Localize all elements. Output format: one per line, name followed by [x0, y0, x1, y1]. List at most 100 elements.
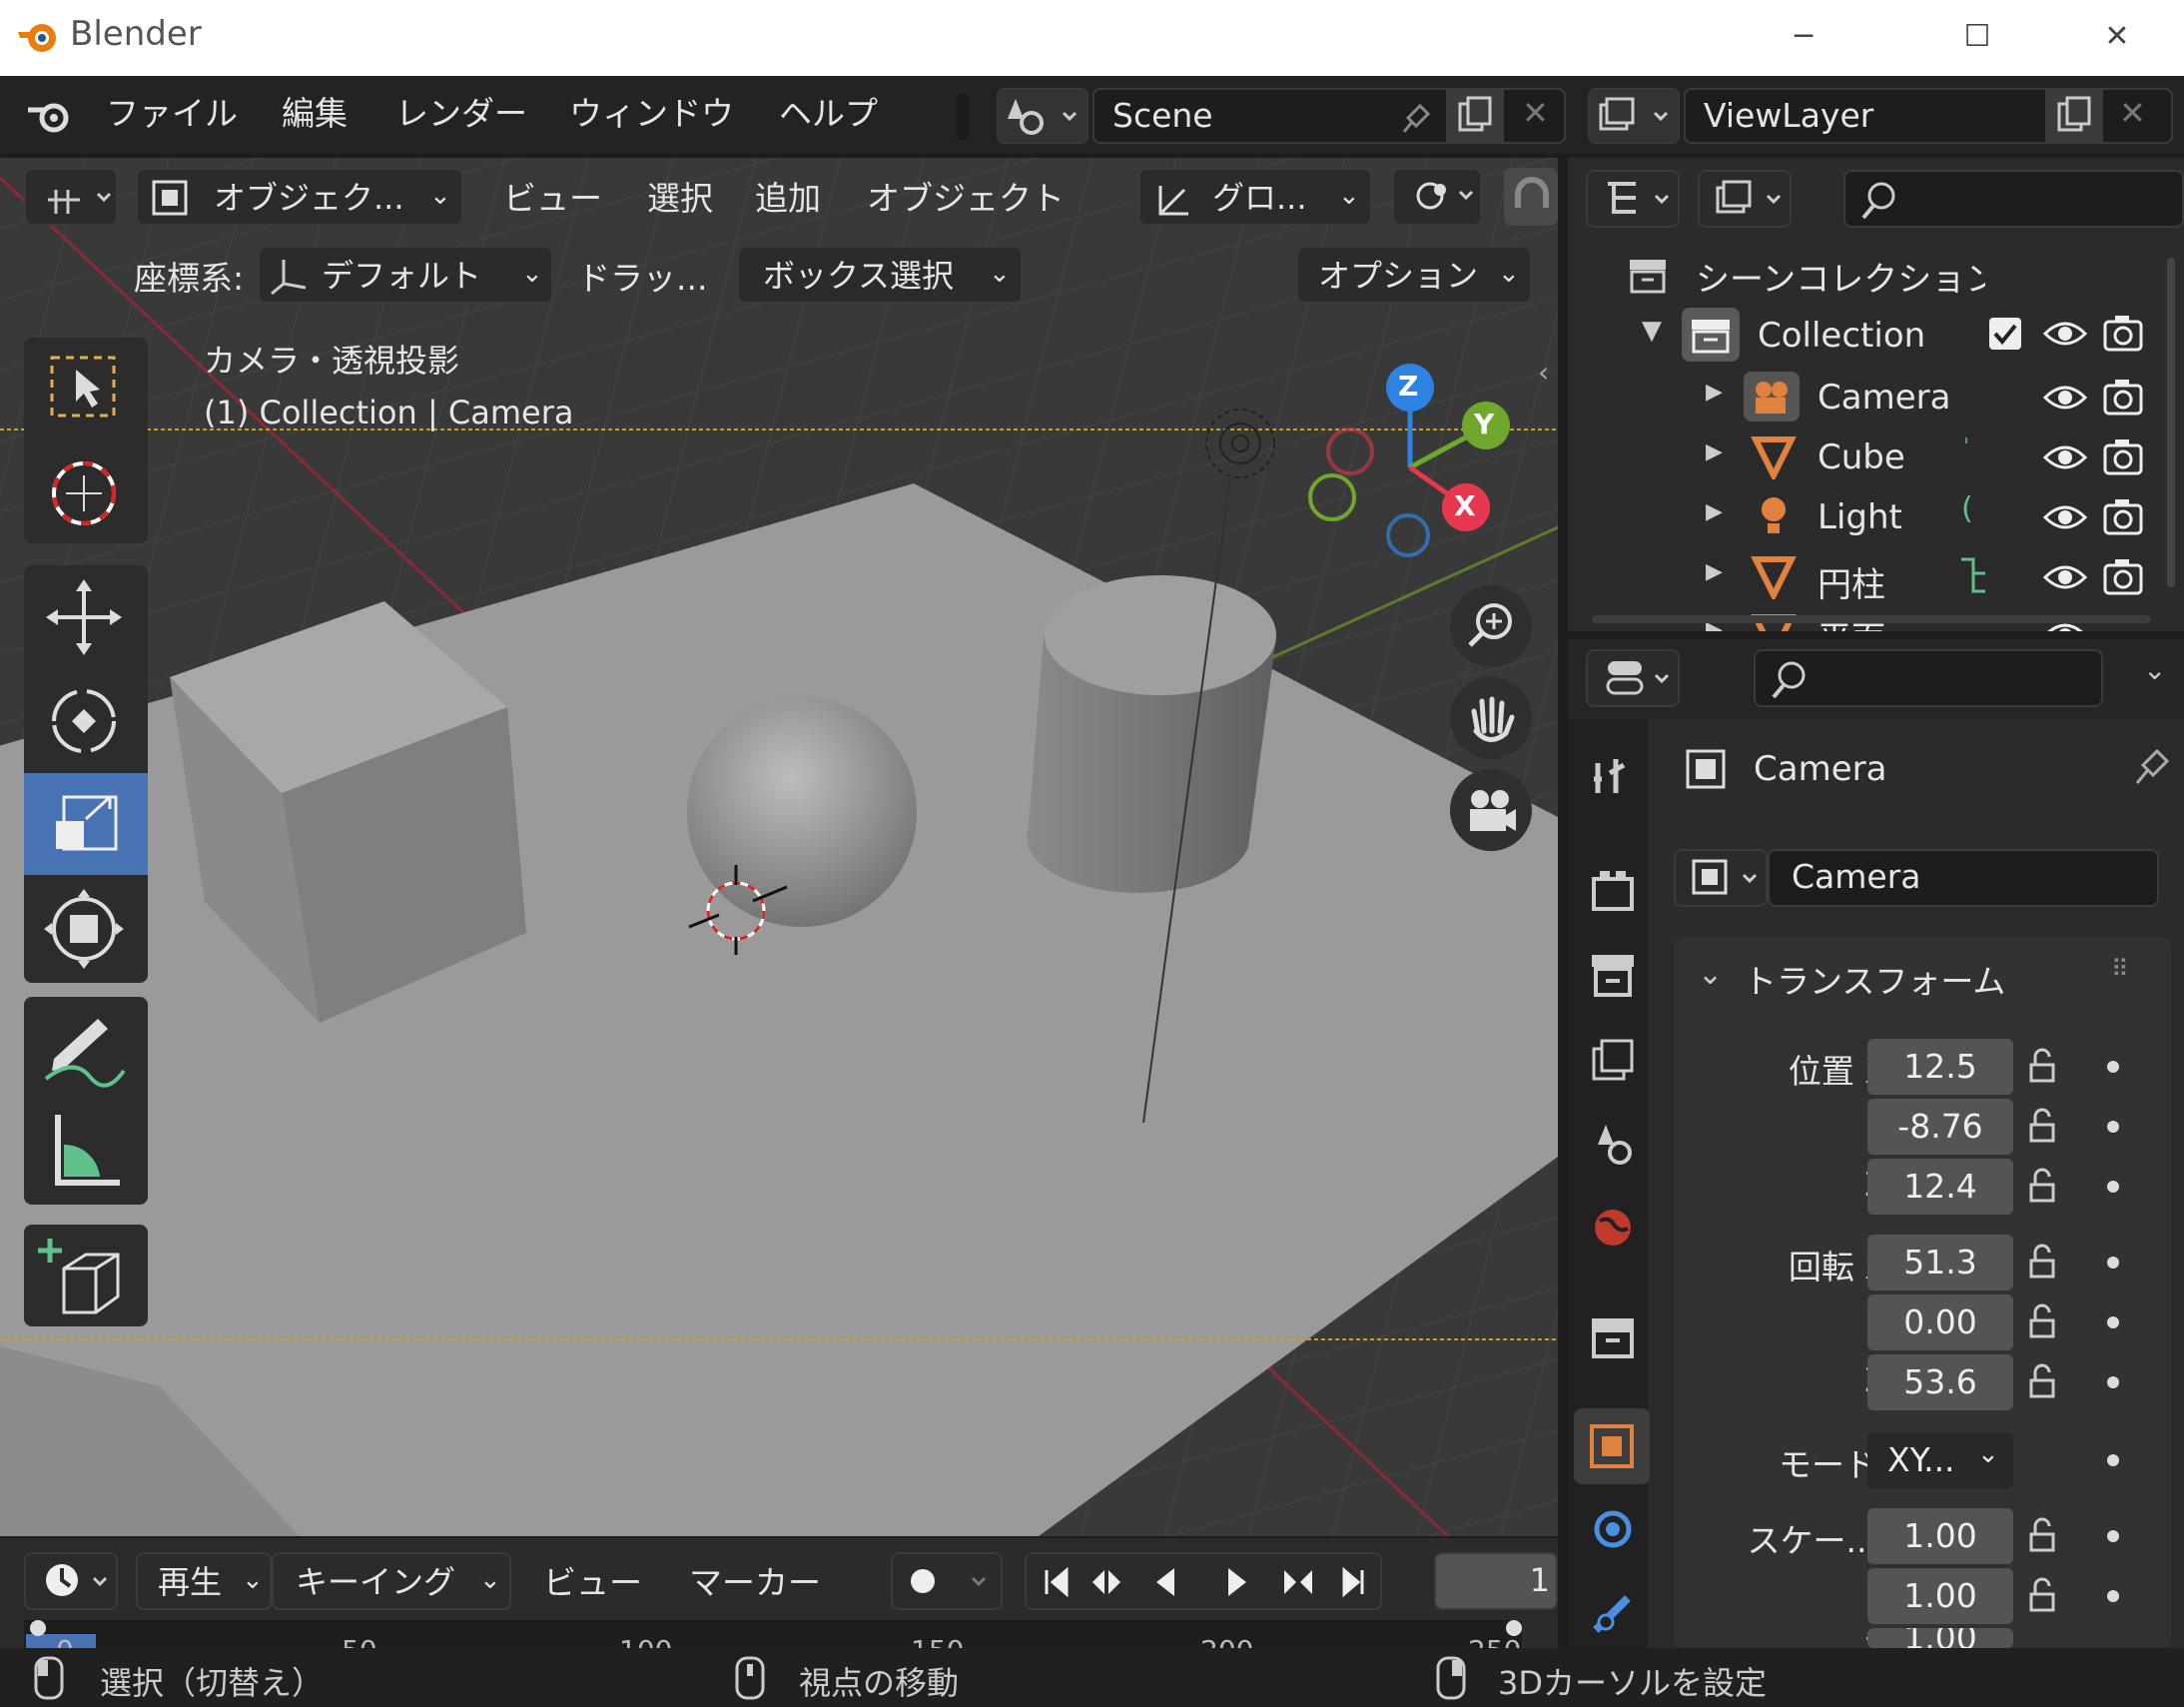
- expand-arrow-icon[interactable]: ▶: [1706, 499, 1723, 524]
- object-name-field[interactable]: Camera: [1768, 849, 2159, 907]
- minimize-button[interactable]: ─: [1774, 12, 1833, 62]
- rotation-mode-dropdown[interactable]: XY... ⌄: [1867, 1432, 2013, 1488]
- pin-icon[interactable]: [1394, 98, 1434, 138]
- sphere-object[interactable]: [687, 697, 917, 927]
- expand-arrow-icon[interactable]: ▶: [1706, 380, 1723, 405]
- transform-orientation-dropdown[interactable]: グロ... ⌄: [1138, 168, 1372, 226]
- scale-x-field[interactable]: 1.00: [1867, 1508, 2013, 1564]
- outliner-scrollbar[interactable]: [2167, 258, 2175, 587]
- properties-options-chevron[interactable]: ⌄: [2143, 653, 2166, 686]
- tool-cursor[interactable]: [24, 441, 148, 543]
- render-camera-icon[interactable]: [2101, 495, 2145, 539]
- outliner-search-field[interactable]: [1843, 170, 2184, 228]
- properties-editor-type-dropdown[interactable]: [1586, 649, 1680, 707]
- maximize-button[interactable]: ☐: [1947, 12, 2007, 62]
- cylinder-object[interactable]: [1027, 575, 1276, 893]
- tool-select-box[interactable]: [24, 338, 148, 439]
- keyframe-dot[interactable]: [2107, 1121, 2119, 1133]
- menu-edit[interactable]: 編集: [282, 92, 348, 136]
- eye-icon[interactable]: [2041, 497, 2089, 537]
- scene-tab-icon[interactable]: [1580, 1111, 1646, 1177]
- snap-toggle[interactable]: [1504, 168, 1558, 226]
- keyframe-dot[interactable]: [2107, 1530, 2119, 1542]
- timeline-menu-marker[interactable]: マーカー: [689, 1556, 821, 1604]
- gizmo-y-label[interactable]: Y: [1474, 408, 1494, 440]
- viewlayer-name-field[interactable]: ViewLayer ✕: [1684, 88, 2173, 144]
- current-frame-field[interactable]: 1: [1434, 1552, 1558, 1610]
- menu-help[interactable]: ヘルプ: [779, 92, 878, 136]
- pin-icon[interactable]: [2127, 743, 2175, 791]
- collection-row[interactable]: ▼ Collection: [1568, 304, 2184, 364]
- lock-icon[interactable]: [2025, 1362, 2065, 1402]
- render-camera-icon[interactable]: [2101, 555, 2145, 599]
- playback-controls[interactable]: [1025, 1552, 1382, 1610]
- timeline-ruler[interactable]: 0 50 100 150 200 250: [24, 1620, 1522, 1648]
- keyframe-dot[interactable]: [2107, 1257, 2119, 1269]
- navigation-gizmo[interactable]: Z Y X: [1288, 348, 1518, 567]
- location-x-field[interactable]: 12.5: [1867, 1039, 2013, 1095]
- blender-menu-icon[interactable]: [26, 96, 76, 136]
- eye-icon[interactable]: [2041, 557, 2089, 597]
- drag-handle-icon[interactable]: ⠿: [2111, 955, 2129, 983]
- menu-render[interactable]: レンダー: [395, 92, 527, 136]
- unlink-scene-icon[interactable]: ✕: [1522, 94, 1549, 132]
- eye-icon[interactable]: [2041, 437, 2089, 477]
- keyframe-dot[interactable]: [2107, 1590, 2119, 1602]
- keyframe-dot[interactable]: [2107, 1454, 2119, 1466]
- menu-file[interactable]: ファイル: [106, 92, 238, 136]
- new-viewlayer-button[interactable]: [2045, 90, 2103, 142]
- lock-icon[interactable]: [2025, 1107, 2065, 1147]
- tool-transform[interactable]: [24, 877, 148, 979]
- tool-annotate[interactable]: [24, 997, 148, 1099]
- camera-view-button[interactable]: [1450, 769, 1532, 851]
- location-y-field[interactable]: -8.76: [1867, 1099, 2013, 1155]
- world-tab-icon[interactable]: [1580, 1195, 1646, 1261]
- pivot-point-dropdown[interactable]: [1392, 168, 1482, 226]
- lock-icon[interactable]: [2025, 1516, 2065, 1556]
- coord-system-dropdown[interactable]: デフォルト ⌄: [258, 246, 553, 304]
- collection-tab-icon[interactable]: [1580, 1304, 1646, 1370]
- outliner-row-cube[interactable]: ▶ Cube ˈ: [1568, 426, 2184, 485]
- render-camera-icon[interactable]: [2101, 435, 2145, 479]
- render-tab-icon[interactable]: [1580, 857, 1646, 923]
- scale-z-field[interactable]: 1.00: [1867, 1628, 2013, 1648]
- render-camera-icon[interactable]: [2101, 376, 2145, 420]
- location-z-field[interactable]: 12.4: [1867, 1159, 2013, 1215]
- viewlayer-browse-button[interactable]: [1588, 88, 1680, 144]
- rotation-y-field[interactable]: 0.00: [1867, 1294, 2013, 1350]
- scale-y-field[interactable]: 1.00: [1867, 1568, 2013, 1624]
- light-data-link-icon[interactable]: (: [1961, 491, 1973, 526]
- gizmo-z-label[interactable]: Z: [1398, 370, 1418, 403]
- sidebar-toggle-icon[interactable]: ‹: [1538, 356, 1549, 389]
- view-layer-tab-icon[interactable]: [1580, 1027, 1646, 1093]
- viewport-menu-select[interactable]: 選択: [647, 172, 713, 220]
- transform-panel-title[interactable]: トランスフォーム: [1744, 955, 2005, 1003]
- exclude-checkbox[interactable]: [1989, 318, 2021, 350]
- eye-icon[interactable]: [2041, 378, 2089, 418]
- object-browse-dropdown[interactable]: [1674, 849, 1768, 907]
- auto-keying-toggle[interactable]: [891, 1552, 1003, 1610]
- tool-tab-icon[interactable]: [1580, 743, 1646, 809]
- pan-button[interactable]: [1450, 677, 1532, 759]
- expand-arrow-icon[interactable]: ▼: [1642, 316, 1662, 346]
- lock-icon[interactable]: [2025, 1302, 2065, 1342]
- lock-icon[interactable]: [2025, 1167, 2065, 1207]
- eye-icon[interactable]: [2041, 314, 2089, 354]
- viewport-menu-object[interactable]: オブジェクト: [867, 172, 1065, 220]
- expand-arrow-icon[interactable]: ▶: [1706, 559, 1723, 584]
- tool-rotate[interactable]: [24, 669, 148, 771]
- close-window-button[interactable]: ✕: [2087, 12, 2147, 62]
- workspace-tabs-scroll[interactable]: [957, 94, 969, 140]
- rotation-x-field[interactable]: 51.3: [1867, 1235, 2013, 1290]
- outliner-hscrollbar[interactable]: [1592, 615, 2151, 623]
- object-tab-active[interactable]: [1574, 1408, 1650, 1484]
- scene-name-field[interactable]: Scene ✕: [1092, 88, 1566, 144]
- properties-search-field[interactable]: [1754, 649, 2103, 707]
- expand-arrow-icon[interactable]: ▶: [1706, 439, 1723, 464]
- rotation-z-field[interactable]: 53.6: [1867, 1354, 2013, 1410]
- tool-move[interactable]: [24, 565, 148, 667]
- timeline-editor-type-dropdown[interactable]: [24, 1552, 118, 1610]
- new-scene-button[interactable]: [1446, 90, 1504, 142]
- mesh-link-icon[interactable]: [1953, 551, 1993, 599]
- 3d-viewport[interactable]: カメラ・透視投影 (1) Collection | Camera Z Y X ‹: [0, 158, 1558, 1536]
